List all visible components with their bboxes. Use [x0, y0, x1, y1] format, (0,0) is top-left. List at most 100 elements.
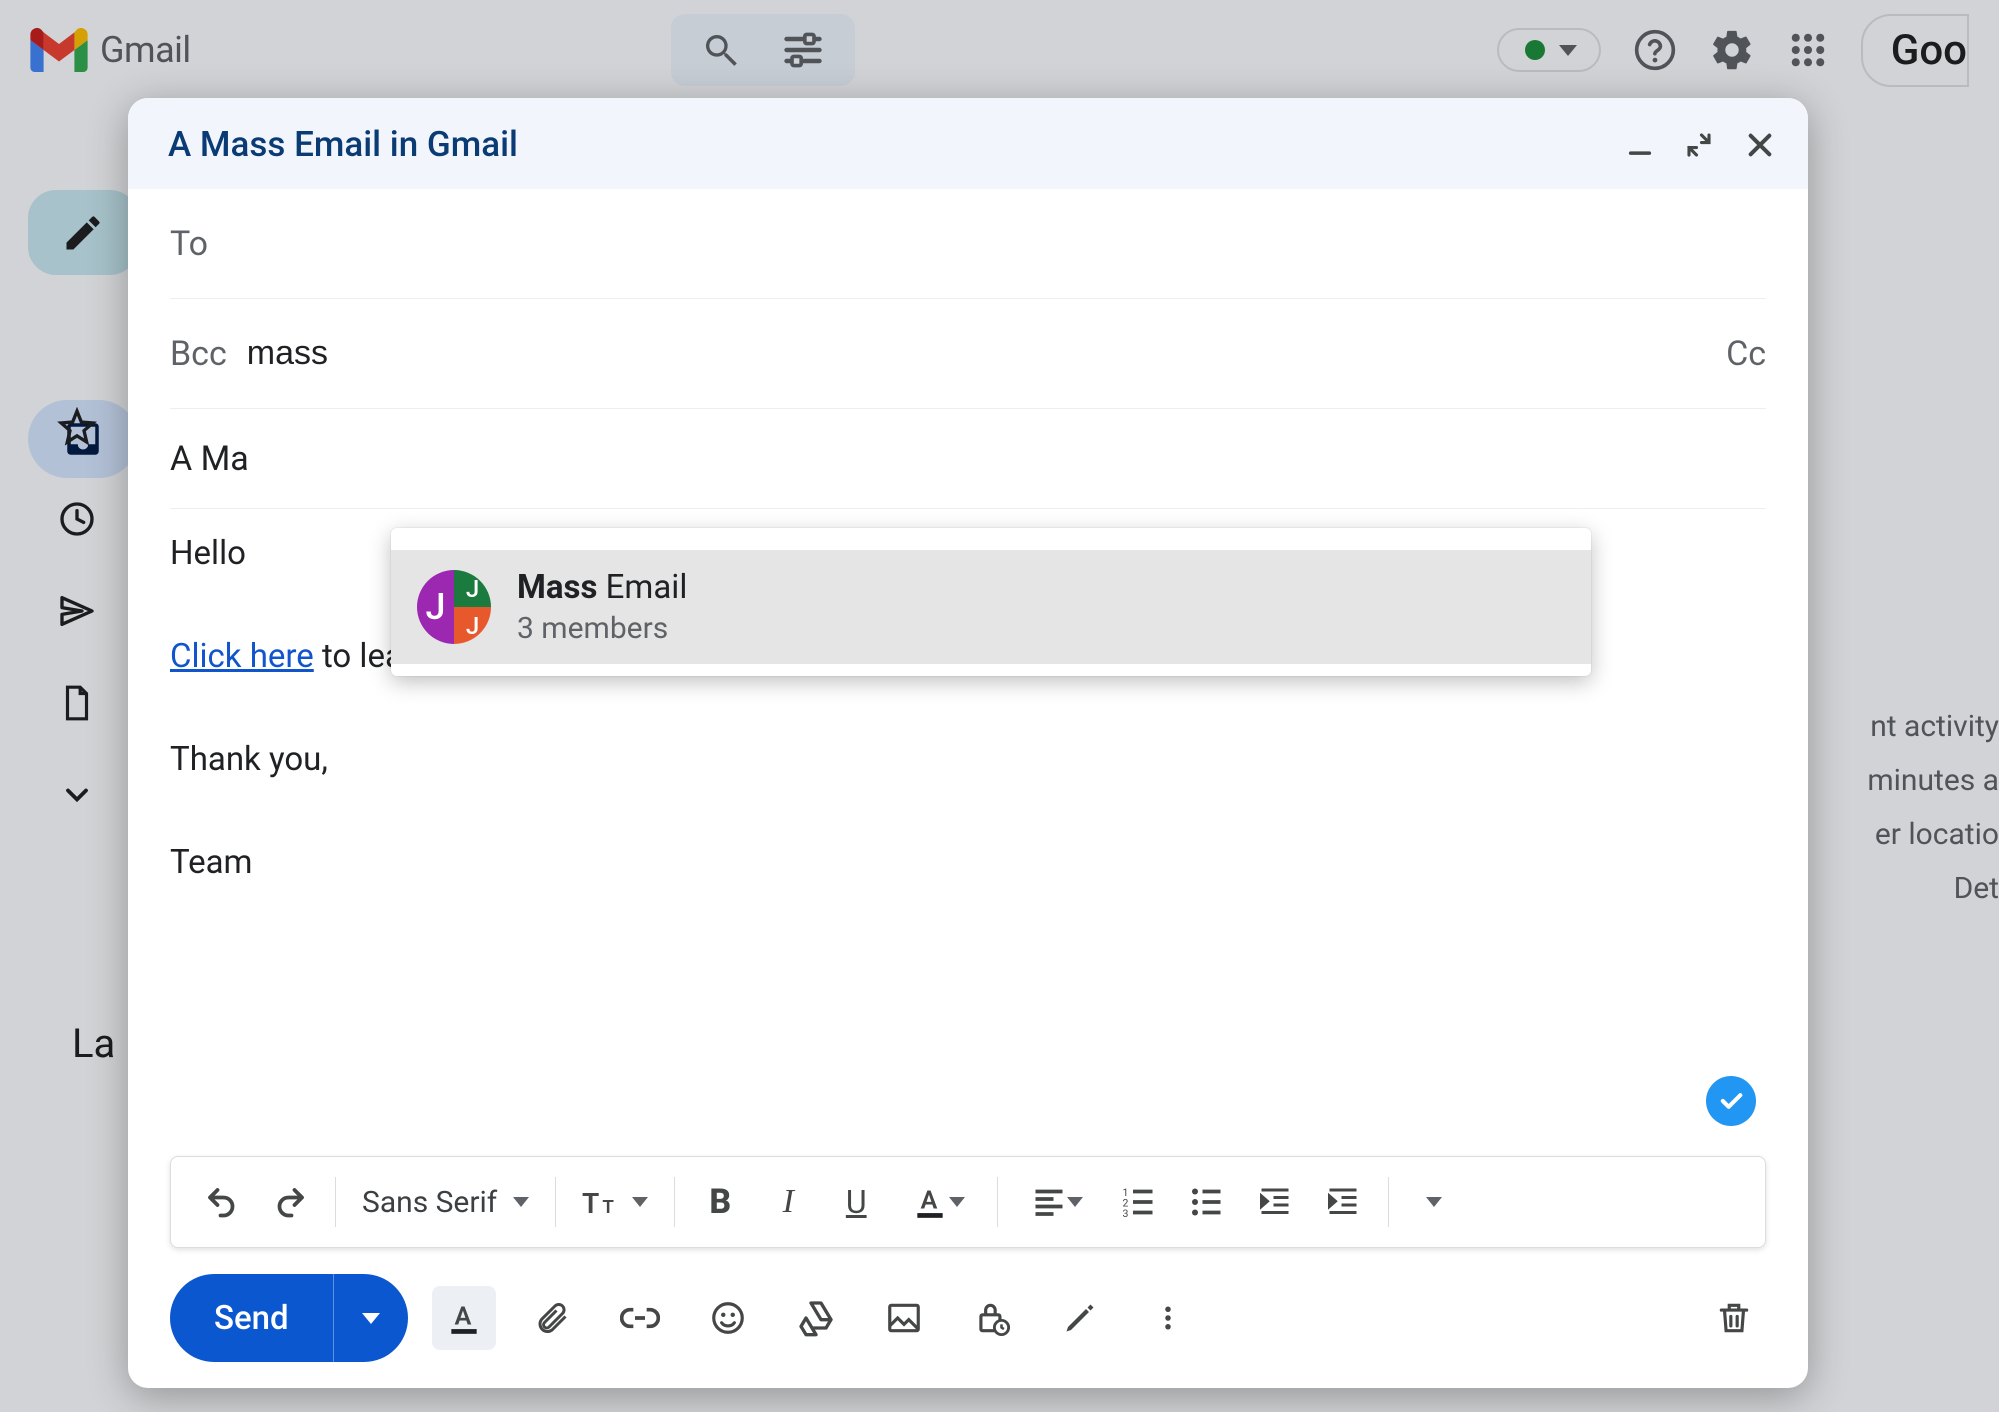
font-name: Sans Serif — [362, 1185, 497, 1220]
tune-icon[interactable] — [781, 28, 825, 72]
to-field-row[interactable]: To — [170, 189, 1766, 299]
topbar-right: Goo — [1497, 14, 1969, 87]
undo-icon — [204, 1184, 240, 1220]
chevron-down-icon — [59, 777, 95, 813]
insert-drive-button[interactable] — [784, 1286, 848, 1350]
help-icon[interactable] — [1633, 28, 1677, 72]
bulleted-list-button[interactable] — [1176, 1171, 1238, 1233]
nav-labels-truncated: La — [72, 1020, 115, 1067]
italic-button[interactable]: I — [757, 1171, 819, 1233]
nav-drafts[interactable] — [52, 678, 102, 728]
link-icon — [620, 1298, 660, 1338]
account-chip[interactable]: Goo — [1861, 14, 1969, 87]
text-color-button[interactable]: A — [893, 1171, 983, 1233]
compose-header: A Mass Email in Gmail — [128, 98, 1808, 189]
svg-text:T: T — [582, 1187, 599, 1220]
to-label: To — [170, 224, 208, 264]
grammar-check-badge[interactable] — [1706, 1076, 1756, 1126]
lock-clock-icon — [973, 1299, 1011, 1337]
contact-suggestion-dropdown: J J J Mass Email 3 members — [391, 528, 1591, 676]
chevron-down-icon — [1067, 1197, 1083, 1207]
more-options-button[interactable] — [1136, 1286, 1200, 1350]
send-button[interactable]: Send — [170, 1274, 333, 1362]
emoji-icon — [709, 1299, 747, 1337]
bold-button[interactable]: B — [689, 1171, 751, 1233]
nav-more[interactable] — [52, 770, 102, 820]
bcc-label: Bcc — [170, 334, 227, 374]
peek-line: Det — [1867, 862, 1999, 916]
nav-sent[interactable] — [52, 586, 102, 636]
right-side-peek: nt activity minutes a er locatio Det — [1867, 700, 1999, 916]
more-formatting-button[interactable] — [1403, 1171, 1465, 1233]
pen-icon — [1062, 1300, 1098, 1336]
pop-in-icon[interactable] — [1684, 130, 1714, 160]
insert-emoji-button[interactable] — [696, 1286, 760, 1350]
bulleted-list-icon — [1189, 1184, 1225, 1220]
font-size-icon: TT — [582, 1182, 632, 1222]
undo-button[interactable] — [191, 1171, 253, 1233]
bcc-input[interactable] — [247, 334, 1706, 373]
click-here-link[interactable]: Click here — [170, 637, 314, 676]
left-nav — [52, 200, 102, 820]
insert-photo-button[interactable] — [872, 1286, 936, 1350]
align-icon — [1031, 1184, 1067, 1220]
numbered-list-icon: 123 — [1121, 1184, 1157, 1220]
nav-starred[interactable] — [52, 402, 102, 452]
numbered-list-button[interactable]: 123 — [1108, 1171, 1170, 1233]
search-icon — [701, 30, 741, 70]
confidential-mode-button[interactable] — [960, 1286, 1024, 1350]
peek-line: nt activity — [1867, 700, 1999, 754]
text-format-icon: A — [445, 1299, 483, 1337]
subject-row[interactable]: A Ma — [170, 409, 1766, 509]
more-vert-icon — [1153, 1303, 1183, 1333]
indent-less-button[interactable] — [1244, 1171, 1306, 1233]
star-icon — [57, 407, 97, 447]
chevron-down-icon — [1426, 1197, 1442, 1207]
status-indicator[interactable] — [1497, 28, 1601, 72]
bold-icon: B — [709, 1182, 731, 1222]
apps-grid-icon[interactable] — [1787, 29, 1829, 71]
send-split-button: Send — [170, 1274, 408, 1362]
text-color-icon: A — [911, 1183, 949, 1221]
compose-title: A Mass Email in Gmail — [168, 124, 518, 165]
redo-icon — [272, 1184, 308, 1220]
indent-more-button[interactable] — [1312, 1171, 1374, 1233]
align-button[interactable] — [1012, 1171, 1102, 1233]
minimize-icon[interactable] — [1626, 131, 1654, 159]
redo-button[interactable] — [259, 1171, 321, 1233]
svg-text:3: 3 — [1123, 1207, 1129, 1220]
bcc-field-row[interactable]: Bcc Cc — [170, 299, 1766, 409]
search-bar[interactable] — [671, 14, 855, 86]
insert-link-button[interactable] — [608, 1286, 672, 1350]
peek-line: minutes a — [1867, 754, 1999, 808]
gmail-logo: Gmail — [30, 28, 191, 72]
underline-button[interactable]: U — [825, 1171, 887, 1233]
cc-toggle[interactable]: Cc — [1726, 334, 1766, 374]
gmail-topbar: Gmail Goo — [0, 0, 1999, 100]
subject-fragment: A Ma — [170, 439, 249, 479]
svg-text:A: A — [921, 1186, 938, 1215]
chevron-down-icon — [632, 1197, 648, 1207]
send-options-button[interactable] — [333, 1274, 408, 1362]
nav-snoozed[interactable] — [52, 494, 102, 544]
indent-more-icon — [1325, 1184, 1361, 1220]
status-dot-icon — [1525, 40, 1545, 60]
svg-text:A: A — [454, 1302, 471, 1331]
check-icon — [1717, 1087, 1745, 1115]
font-selector[interactable]: Sans Serif — [350, 1185, 541, 1220]
discard-draft-button[interactable] — [1702, 1286, 1766, 1350]
paperclip-icon — [534, 1300, 570, 1336]
send-icon — [57, 591, 97, 631]
gmail-m-icon — [30, 28, 88, 72]
close-icon[interactable] — [1744, 129, 1776, 161]
contact-suggestion-item[interactable]: J J J Mass Email 3 members — [391, 550, 1591, 664]
peek-line: er locatio — [1867, 808, 1999, 862]
image-icon — [885, 1299, 923, 1337]
gear-icon[interactable] — [1709, 27, 1755, 73]
attach-button[interactable] — [520, 1286, 584, 1350]
group-avatar: J J J — [417, 570, 491, 644]
font-size-button[interactable]: TT — [570, 1171, 660, 1233]
underline-icon: U — [846, 1183, 867, 1221]
formatting-toggle-button[interactable]: A — [432, 1286, 496, 1350]
insert-signature-button[interactable] — [1048, 1286, 1112, 1350]
